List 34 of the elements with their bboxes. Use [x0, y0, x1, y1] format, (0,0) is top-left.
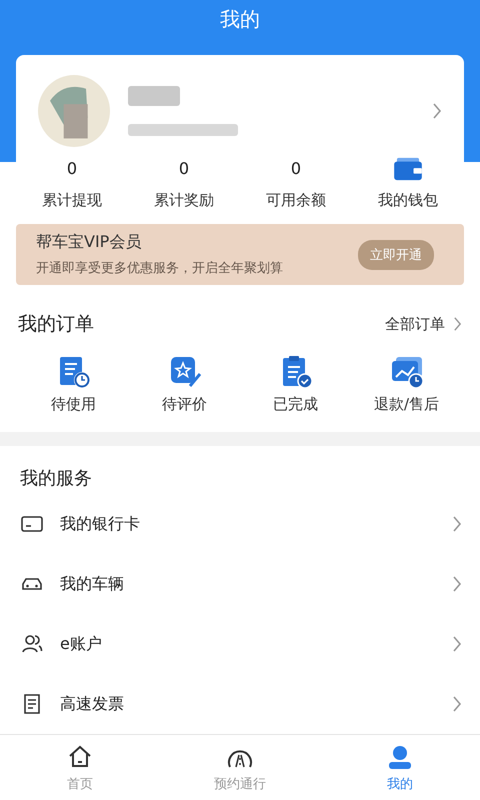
- stat-label[interactable]: 可用余额: [266, 191, 326, 210]
- stat-label[interactable]: 我的钱包: [378, 191, 438, 210]
- stat-value: 0: [290, 158, 302, 180]
- order-label[interactable]: 退款/售后: [374, 395, 440, 414]
- chevron-right-icon: [452, 635, 462, 653]
- vip-banner[interactable]: 帮车宝VIP会员 开通即享受更多优惠服务，开启全年聚划算 立即开通: [16, 224, 464, 285]
- service-row[interactable]: 高速发票: [20, 674, 462, 734]
- stat-value: 0: [66, 158, 78, 180]
- order-label[interactable]: 待使用: [51, 395, 96, 414]
- chevron-right-icon: [452, 575, 462, 593]
- wallet-icon[interactable]: [393, 157, 423, 181]
- chevron-right-icon[interactable]: [432, 102, 442, 120]
- stat-label[interactable]: 累计奖励: [154, 191, 214, 210]
- service-row[interactable]: 我的银行卡: [20, 494, 462, 554]
- chevron-right-icon: [452, 515, 462, 533]
- stat-label[interactable]: 累计提现: [42, 191, 102, 210]
- tab[interactable]: 我的: [320, 735, 480, 800]
- avatar-icon[interactable]: [38, 75, 110, 147]
- chevron-right-icon: [452, 695, 462, 713]
- section-title: 我的订单: [18, 312, 95, 337]
- blurred-name: [128, 86, 180, 106]
- order-label[interactable]: 待评价: [162, 395, 207, 414]
- service-row[interactable]: 我的车辆: [20, 554, 462, 614]
- user-icon: [386, 743, 414, 771]
- refund-clock-icon[interactable]: [390, 355, 424, 389]
- vip-title: 帮车宝VIP会员: [36, 232, 142, 253]
- all-orders-link[interactable]: 全部订单: [385, 314, 445, 334]
- section-title: 我的服务: [20, 467, 93, 490]
- service-row[interactable]: e账户: [20, 614, 462, 674]
- vip-subtitle: 开通即享受更多优惠服务，开启全年聚划算: [36, 260, 284, 277]
- order-label[interactable]: 已完成: [273, 395, 318, 414]
- page-title: 我的: [219, 6, 261, 33]
- chevron-right-icon[interactable]: [453, 316, 462, 332]
- stat-value: 0: [178, 158, 190, 180]
